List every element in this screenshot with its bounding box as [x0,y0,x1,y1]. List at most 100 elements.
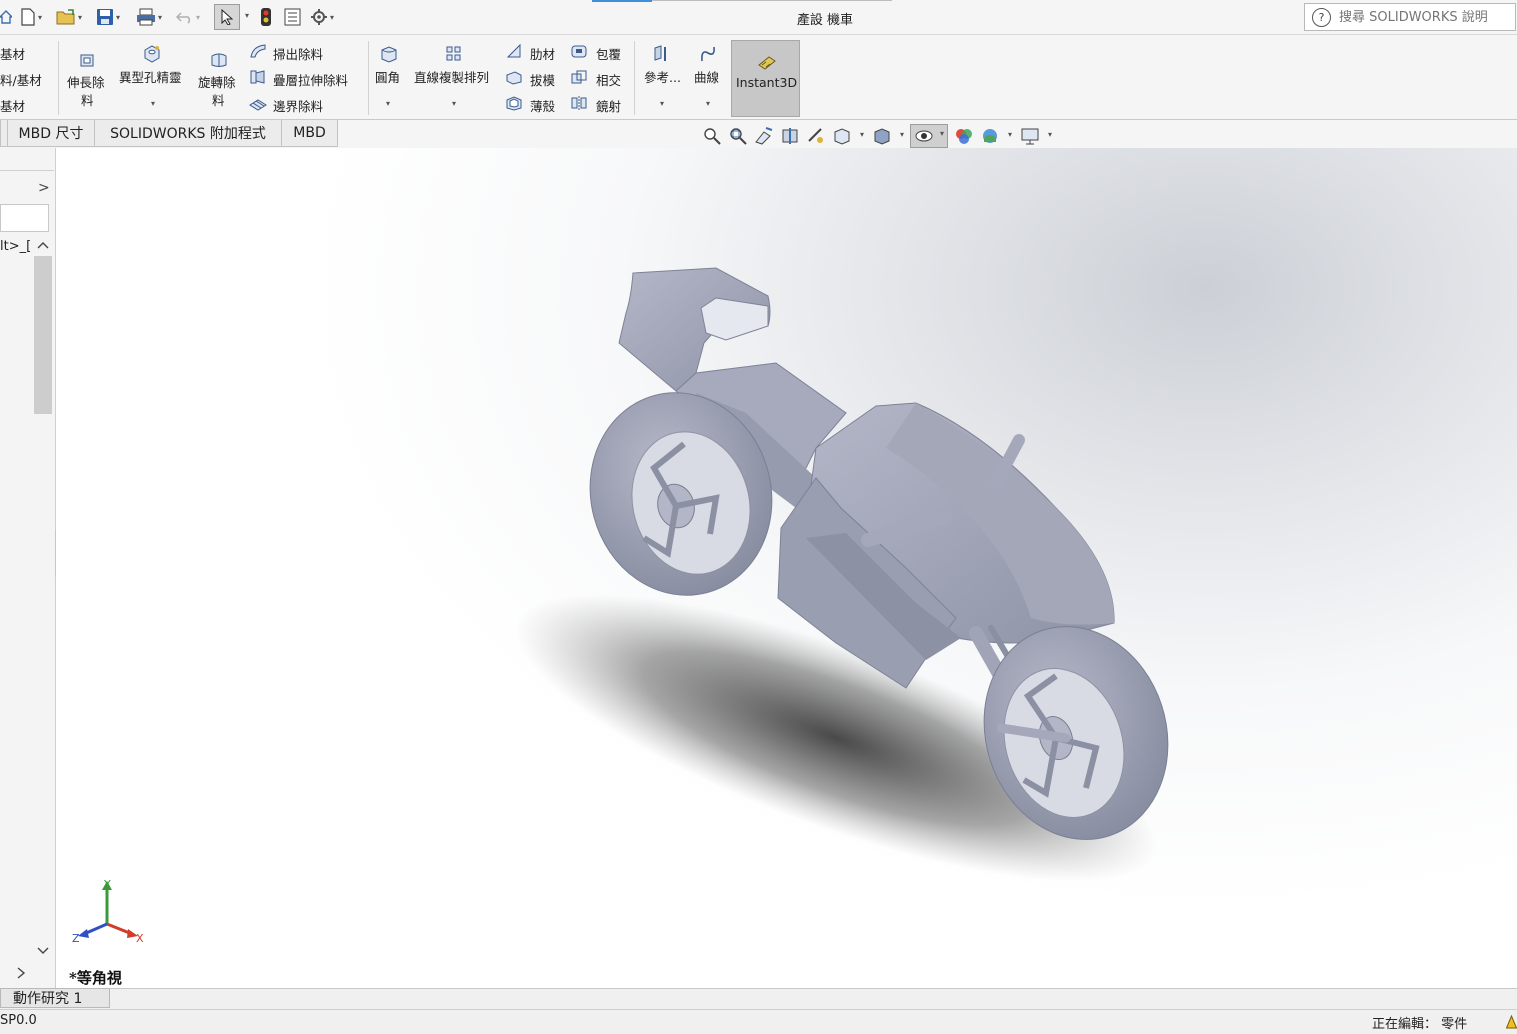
scrollbar-thumb[interactable] [34,256,52,414]
tab-solidworks-addins[interactable]: SOLIDWORKS 附加程式 [94,120,282,147]
panel-expand-arrow[interactable]: > [38,180,50,196]
extruded-cut-icon [80,54,94,67]
apply-scene-icon[interactable] [980,126,1000,146]
save-button[interactable]: ▾ [96,6,120,28]
extruded-cut-button[interactable]: 伸長除 料 [64,49,110,113]
triad-x-label: X [136,932,144,945]
curves-label: 曲線 [694,70,720,85]
partial-command-2[interactable]: 料/基材 [0,70,42,89]
draft-button[interactable]: 拔模 [503,67,563,89]
lofted-cut-label: 疊層拉伸除料 [273,73,349,88]
tree-item[interactable]: lt>_[ [0,239,31,254]
hole-wizard-label: 異型孔精靈 [119,70,182,85]
ribbon-separator [634,41,635,115]
title-underline [652,0,892,1]
shell-label: 薄殼 [530,99,556,114]
tab-mbd[interactable]: MBD [281,120,338,147]
wrap-label: 包覆 [596,47,622,62]
intersect-icon [571,70,587,84]
warning-icon[interactable] [1506,1015,1517,1029]
shell-button[interactable]: 薄殼 [503,93,563,115]
rib-button[interactable]: 肋材 [503,41,563,63]
command-manager-ribbon: 基材 料/基材 基材 伸長除 料 異型孔精靈 ▾ 旋轉除 料 掃出除料 疊層拉伸… [0,35,1517,120]
print-button[interactable]: ▾ [136,6,162,28]
curves-caret[interactable]: ▾ [706,99,710,108]
open-button[interactable]: ▾ [56,6,82,28]
graphics-area[interactable]: Y X Z [56,148,1517,988]
curves-button[interactable]: 曲線 ▾ [690,43,726,115]
reference-geometry-caret[interactable]: ▾ [660,99,664,108]
view-orientation-caret[interactable]: ▾ [860,130,864,139]
home-button[interactable] [0,6,12,28]
scroll-down-icon[interactable] [37,946,49,956]
lofted-cut-button[interactable]: 疊層拉伸除料 [247,67,363,89]
scroll-up-icon[interactable] [37,240,49,250]
intersect-button[interactable]: 相交 [568,67,628,89]
fillet-caret[interactable]: ▾ [386,99,390,108]
rib-label: 肋材 [530,47,556,62]
mirror-icon [571,96,587,110]
view-orientation-label: *等角視 [69,969,122,987]
linear-pattern-button[interactable]: 直線複製排列 ▾ [412,43,498,115]
view-orientation-icon[interactable] [832,126,852,146]
instant3d-label: Instant3D [736,75,798,90]
panel-collapse-arrow-icon[interactable] [16,967,26,979]
partial-command-3[interactable]: 基材 [0,96,25,115]
zoom-to-fit-icon[interactable] [702,126,722,146]
save-icon [97,9,113,25]
revolved-cut-icon [211,53,227,67]
linear-pattern-caret[interactable]: ▾ [452,99,456,108]
swept-cut-button[interactable]: 掃出除料 [247,41,363,63]
curves-icon [701,46,715,62]
hole-wizard-caret[interactable]: ▾ [151,99,155,108]
swept-cut-label: 掃出除料 [273,47,324,62]
linear-pattern-label: 直線複製排列 [414,70,490,85]
print-icon [137,8,155,26]
traffic-light-icon [261,8,271,26]
help-icon: ? [1312,7,1331,27]
hide-show-items-button[interactable]: ▾ [910,124,948,148]
view-settings-caret[interactable]: ▾ [1048,130,1052,139]
help-search-input[interactable] [1339,9,1509,25]
display-style-icon[interactable] [872,126,892,146]
tab-motion-study[interactable]: 動作研究 1 [0,988,110,1008]
new-document-button[interactable]: ▾ [20,6,42,28]
apply-scene-caret[interactable]: ▾ [1008,130,1012,139]
previous-view-icon[interactable] [754,126,774,146]
section-view-icon[interactable] [780,126,800,146]
filter-input[interactable] [0,204,49,232]
file-properties-icon [284,8,301,26]
tab-mbd-dimensions[interactable]: MBD 尺寸 [7,120,95,147]
draft-label: 拔模 [530,73,556,88]
coordinate-triad: Y X Z [72,878,144,945]
zoom-to-area-icon[interactable] [728,126,748,146]
fillet-label: 圓角 [375,70,401,85]
instant3d-button[interactable]: Instant3D [731,40,800,117]
partial-command-1[interactable]: 基材 [0,44,25,63]
wrap-button[interactable]: 包覆 [568,41,628,63]
dynamic-annotation-icon[interactable] [806,126,826,146]
lofted-cut-icon [250,70,265,84]
boundary-cut-button[interactable]: 邊界除料 [247,93,363,115]
rebuild-button[interactable] [259,6,273,28]
undo-button[interactable]: ▾ [176,6,200,28]
display-style-caret[interactable]: ▾ [900,130,904,139]
reference-geometry-icon [654,45,666,61]
motorcycle-model[interactable] [56,148,1517,988]
mirror-button[interactable]: 鏡射 [568,93,628,115]
view-settings-icon[interactable] [1020,126,1040,146]
open-folder-icon [56,9,75,25]
extruded-cut-label-1: 伸長除 [67,75,105,90]
edit-appearance-icon[interactable] [954,126,974,146]
select-dropdown-caret[interactable]: ▾ [245,11,249,20]
help-search-box[interactable]: ? [1304,3,1516,31]
hole-wizard-button[interactable]: 異型孔精靈 ▾ [117,43,191,115]
revolved-cut-label-1: 旋轉除 [198,75,236,90]
revolved-cut-button[interactable]: 旋轉除 料 [196,49,242,113]
options-button[interactable]: ▾ [310,6,334,28]
select-button[interactable] [214,4,240,30]
fillet-button[interactable]: 圓角 ▾ [372,43,408,115]
file-properties-button[interactable] [284,6,301,28]
undo-icon [176,12,191,24]
reference-geometry-button[interactable]: 參考... ▾ [640,43,684,115]
